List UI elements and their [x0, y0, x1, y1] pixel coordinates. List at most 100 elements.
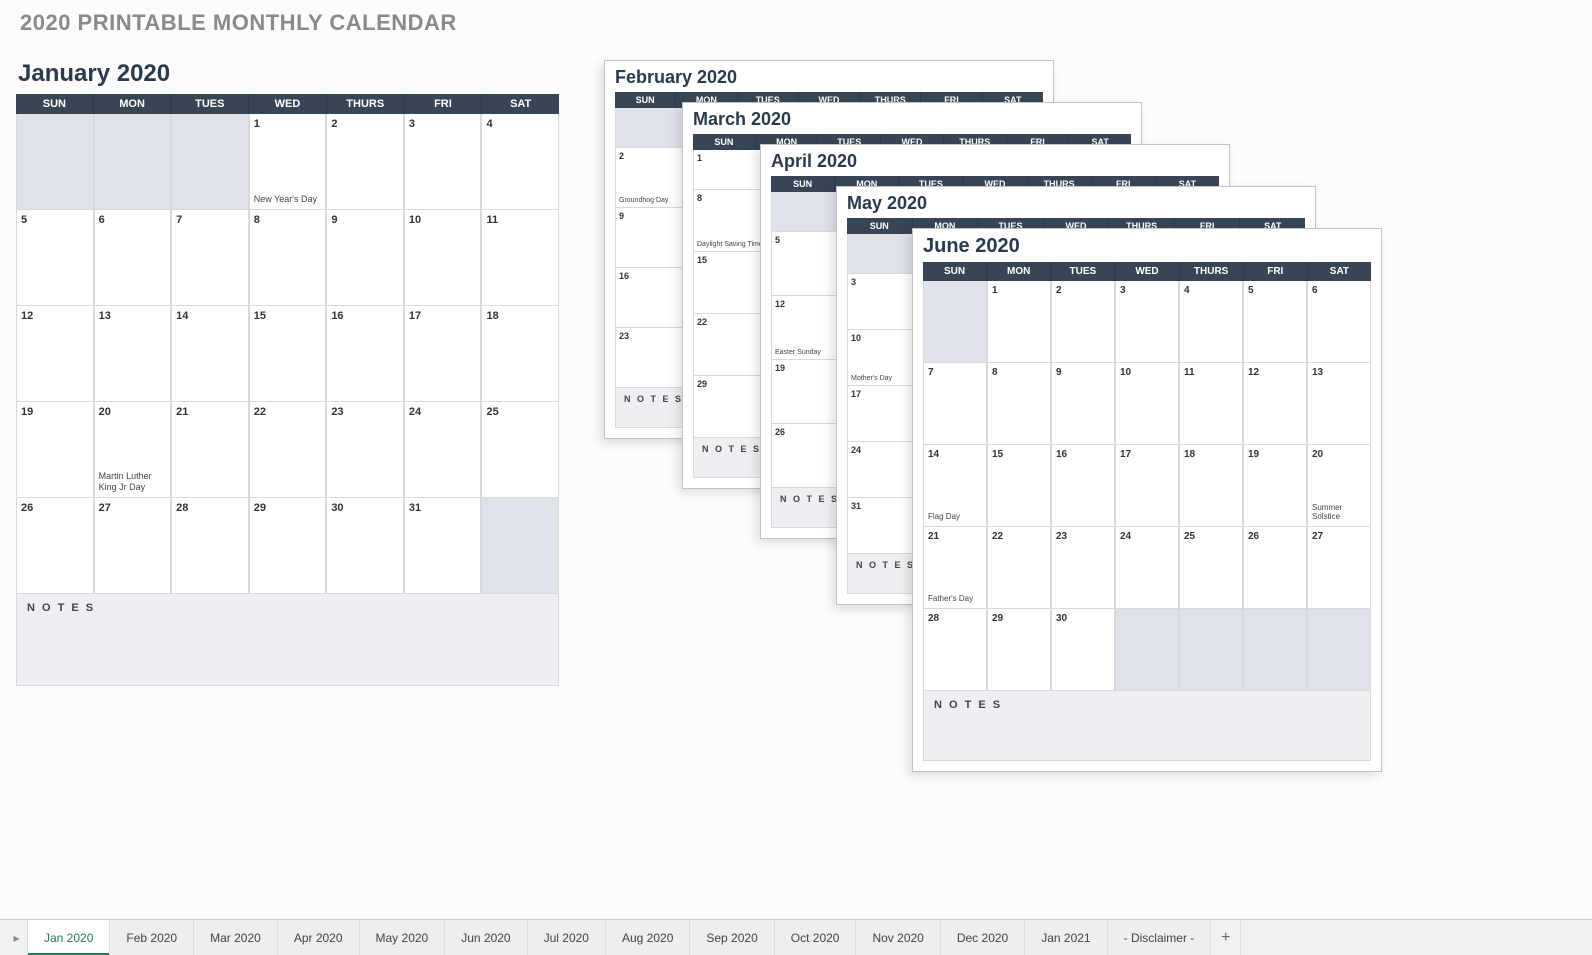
sheet-tab[interactable]: - Disclaimer -: [1108, 920, 1212, 955]
calendar-cell[interactable]: 24: [404, 402, 482, 498]
calendar-cell[interactable]: [16, 114, 94, 210]
calendar-cell[interactable]: 18: [1179, 445, 1243, 527]
calendar-cell[interactable]: 15: [249, 306, 327, 402]
add-sheet-button[interactable]: +: [1211, 920, 1241, 955]
calendar-cell[interactable]: 22: [249, 402, 327, 498]
calendar-cell[interactable]: 16: [326, 306, 404, 402]
calendar-cell[interactable]: [923, 281, 987, 363]
tab-scroll-arrow-icon[interactable]: ▸: [6, 920, 28, 955]
calendar-cell[interactable]: 18: [481, 306, 559, 402]
calendar-cell[interactable]: 14: [171, 306, 249, 402]
sheet-tab[interactable]: Mar 2020: [194, 920, 278, 955]
weekday-header: SAT: [1308, 262, 1371, 281]
calendar-cell[interactable]: [1115, 609, 1179, 691]
sheet-tab[interactable]: Sep 2020: [690, 920, 774, 955]
calendar-cell[interactable]: 9: [1051, 363, 1115, 445]
calendar-cell[interactable]: 12: [1243, 363, 1307, 445]
calendar-cell[interactable]: 5: [16, 210, 94, 306]
calendar-cell[interactable]: 8: [987, 363, 1051, 445]
calendar-cell[interactable]: 16: [1051, 445, 1115, 527]
calendar-cell[interactable]: 13: [1307, 363, 1371, 445]
calendar-cell[interactable]: 15: [987, 445, 1051, 527]
calendar-cell[interactable]: 29: [987, 609, 1051, 691]
calendar-cell[interactable]: 14Flag Day: [923, 445, 987, 527]
calendar-cell[interactable]: 21: [171, 402, 249, 498]
calendar-cell[interactable]: 25: [481, 402, 559, 498]
month-title: March 2020: [683, 103, 1141, 134]
calendar-cell[interactable]: [481, 498, 559, 594]
calendar-cell[interactable]: [94, 114, 172, 210]
sheet-tab[interactable]: Dec 2020: [941, 920, 1025, 955]
sheet-tab[interactable]: Jun 2020: [445, 920, 527, 955]
calendar-cell[interactable]: 10: [1115, 363, 1179, 445]
calendar-cell[interactable]: 7: [171, 210, 249, 306]
calendar-cell[interactable]: 24: [1115, 527, 1179, 609]
calendar-cell[interactable]: 6: [1307, 281, 1371, 363]
calendar-cell[interactable]: 26: [1243, 527, 1307, 609]
calendar-cell[interactable]: 1New Year's Day: [249, 114, 327, 210]
calendar-cell[interactable]: 8: [249, 210, 327, 306]
calendar-cell[interactable]: 21Father's Day: [923, 527, 987, 609]
calendar-cell[interactable]: 2: [1051, 281, 1115, 363]
notes-block: N O T E S: [16, 594, 559, 686]
calendar-cell[interactable]: 27: [94, 498, 172, 594]
calendar-cell[interactable]: [1179, 609, 1243, 691]
weekday-header: MON: [94, 94, 172, 114]
calendar-cell[interactable]: 31: [404, 498, 482, 594]
calendar-cell[interactable]: 3: [404, 114, 482, 210]
calendar-cell[interactable]: 6: [94, 210, 172, 306]
weekday-header: MON: [987, 262, 1051, 281]
notes-block: N O T E S: [923, 691, 1371, 761]
calendar-cell[interactable]: 30: [1051, 609, 1115, 691]
calendar-cell[interactable]: [1243, 609, 1307, 691]
calendar-cell[interactable]: 19: [16, 402, 94, 498]
calendar-cell[interactable]: 17: [1115, 445, 1179, 527]
calendar-cell[interactable]: 28: [923, 609, 987, 691]
sheet-tab[interactable]: Apr 2020: [278, 920, 360, 955]
calendar-cell[interactable]: 23: [326, 402, 404, 498]
calendar-card-june: June 2020 SUNMONTUESWEDTHURSFRISAT 12345…: [912, 228, 1382, 772]
calendar-cell[interactable]: 11: [481, 210, 559, 306]
calendar-cell[interactable]: 28: [171, 498, 249, 594]
calendar-cell[interactable]: 5: [1243, 281, 1307, 363]
calendar-cell[interactable]: 10: [404, 210, 482, 306]
calendar-cell[interactable]: 4: [481, 114, 559, 210]
calendar-cell[interactable]: 3: [1115, 281, 1179, 363]
calendar-cell[interactable]: 7: [923, 363, 987, 445]
calendar-cell[interactable]: 4: [1179, 281, 1243, 363]
calendar-cell[interactable]: 1: [987, 281, 1051, 363]
weekday-header: WED: [1115, 262, 1179, 281]
calendar-cell[interactable]: 20Martin Luther King Jr Day: [94, 402, 172, 498]
calendar-cell[interactable]: 19: [1243, 445, 1307, 527]
calendar-cell[interactable]: 26: [16, 498, 94, 594]
calendar-cell[interactable]: 25: [1179, 527, 1243, 609]
calendar-cell[interactable]: 20Summer Solstice: [1307, 445, 1371, 527]
calendar-cell[interactable]: 2: [326, 114, 404, 210]
calendar-cell[interactable]: 11: [1179, 363, 1243, 445]
month-title: April 2020: [761, 145, 1229, 176]
calendar-cell[interactable]: 9: [326, 210, 404, 306]
month-title: February 2020: [605, 61, 1053, 92]
calendar-cell[interactable]: 27: [1307, 527, 1371, 609]
sheet-tab[interactable]: Oct 2020: [775, 920, 857, 955]
calendar-cell[interactable]: 22: [987, 527, 1051, 609]
calendar-cell[interactable]: 13: [94, 306, 172, 402]
sheet-tab[interactable]: Nov 2020: [856, 920, 940, 955]
sheet-tab[interactable]: Jan 2021: [1025, 920, 1107, 955]
calendar-cell[interactable]: 23: [1051, 527, 1115, 609]
sheet-tab[interactable]: Jan 2020: [28, 920, 110, 955]
weekday-header: SUN: [923, 262, 987, 281]
sheet-tab[interactable]: May 2020: [360, 920, 446, 955]
sheet-tab[interactable]: Jul 2020: [528, 920, 606, 955]
weekday-header: WED: [249, 94, 327, 114]
calendar-cell[interactable]: [1307, 609, 1371, 691]
calendar-cell[interactable]: 30: [326, 498, 404, 594]
calendar-cell[interactable]: [171, 114, 249, 210]
sheet-tab[interactable]: Aug 2020: [606, 920, 690, 955]
weekday-header: SUN: [771, 176, 835, 192]
calendar-cell[interactable]: 29: [249, 498, 327, 594]
calendar-cell[interactable]: 12: [16, 306, 94, 402]
weekday-header: SUN: [615, 92, 676, 108]
sheet-tab[interactable]: Feb 2020: [110, 920, 194, 955]
calendar-cell[interactable]: 17: [404, 306, 482, 402]
